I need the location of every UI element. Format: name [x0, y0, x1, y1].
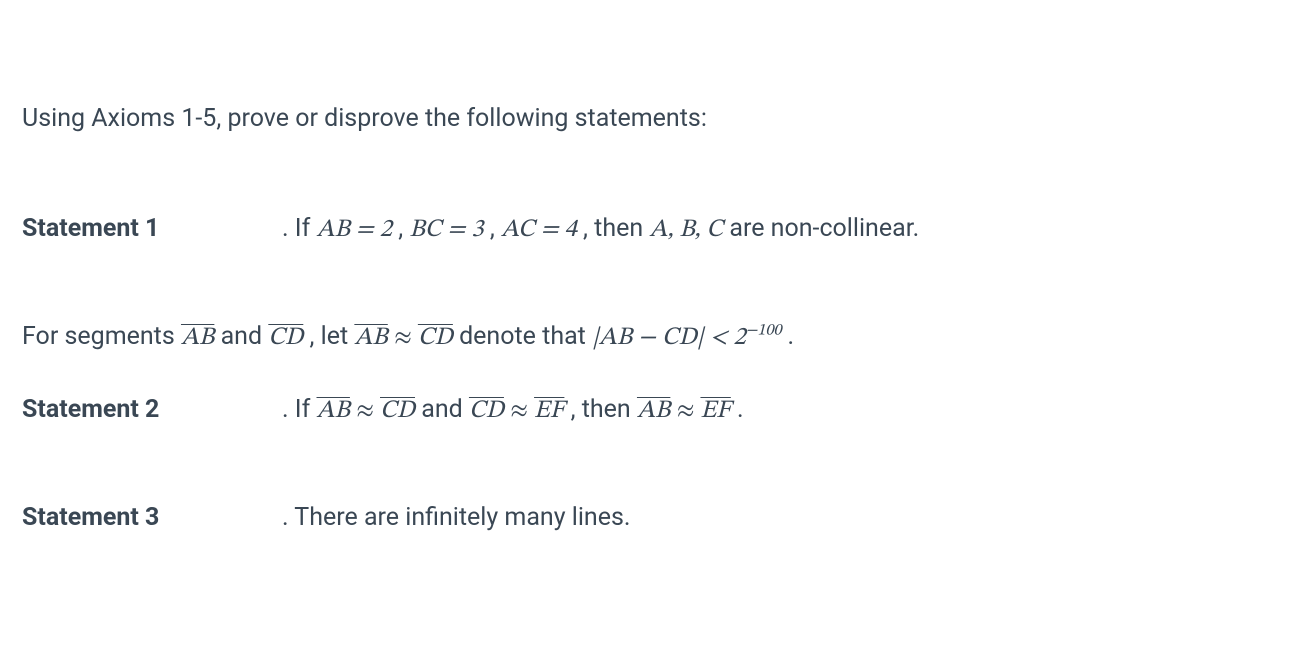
defn-seg-ab: AB: [181, 325, 214, 350]
s2-prefix: . If: [282, 395, 317, 424]
statement-3-label: Statement 3: [22, 499, 282, 537]
defn-denote: denote that: [459, 322, 592, 351]
s1-ac-eq: AC = 4: [501, 217, 577, 242]
statement-2-label: Statement 2: [22, 391, 282, 429]
s2-ef2: EF: [700, 398, 730, 423]
defn-rel-cd: CD: [418, 325, 453, 350]
document-body: Using Axioms 1-5, prove or disprove the …: [0, 0, 1296, 537]
s2-then: , then: [571, 395, 637, 424]
defn-let: , let: [310, 322, 355, 351]
s1-abc: A, B, C: [649, 217, 723, 242]
intro-text: Using Axioms 1-5, prove or disprove the …: [22, 100, 1274, 138]
statement-1-content: . If AB = 2 , BC = 3 , AC = 4 , then A, …: [282, 210, 919, 249]
s1-sep1: ,: [398, 214, 409, 243]
defn-prefix: For segments: [22, 322, 181, 351]
statement-3-block: Statement 3 . There are infinitely many …: [22, 499, 1274, 537]
defn-approx1: ≈: [394, 325, 418, 350]
s2-cd1: CD: [380, 398, 415, 423]
s2-ef1: EF: [534, 398, 564, 423]
s2-cd2: CD: [469, 398, 504, 423]
s1-sep2: ,: [490, 214, 501, 243]
s1-prefix: . If: [282, 214, 317, 243]
s2-and: and: [421, 395, 469, 424]
defn-abs-expr: |AB − CD| < 2−100: [592, 325, 787, 350]
statement-2-content: . If AB ≈ CD and CD ≈ EF , then AB ≈ EF …: [282, 391, 744, 430]
s1-suffix: are non-collinear.: [729, 214, 919, 243]
s2-approx3: ≈: [677, 398, 701, 423]
s2-ab: AB: [317, 398, 350, 423]
approx-definition: For segments AB and CD , let AB ≈ CD den…: [22, 318, 1274, 357]
statement-1-block: Statement 1 . If AB = 2 , BC = 3 , AC = …: [22, 210, 1274, 249]
statement-1-label: Statement 1: [22, 210, 282, 248]
s2-ab2: AB: [637, 398, 670, 423]
defn-and1: and: [221, 322, 269, 351]
s2-approx1: ≈: [356, 398, 380, 423]
defn-abs-base: |AB − CD| < 2: [592, 325, 746, 350]
s1-ab-eq: AB = 2: [317, 217, 393, 242]
defn-exp: −100: [746, 323, 782, 339]
s1-bc-eq: BC = 3: [409, 217, 483, 242]
s2-approx2: ≈: [510, 398, 534, 423]
defn-seg-cd: CD: [268, 325, 303, 350]
defn-tail: .: [787, 322, 794, 351]
defn-rel-ab: AB: [354, 325, 387, 350]
s1-mid: , then: [583, 214, 649, 243]
s2-tail: .: [737, 395, 744, 424]
statement-3-content: . There are infinitely many lines.: [282, 499, 631, 537]
statement-2-block: Statement 2 . If AB ≈ CD and CD ≈ EF , t…: [22, 391, 1274, 430]
